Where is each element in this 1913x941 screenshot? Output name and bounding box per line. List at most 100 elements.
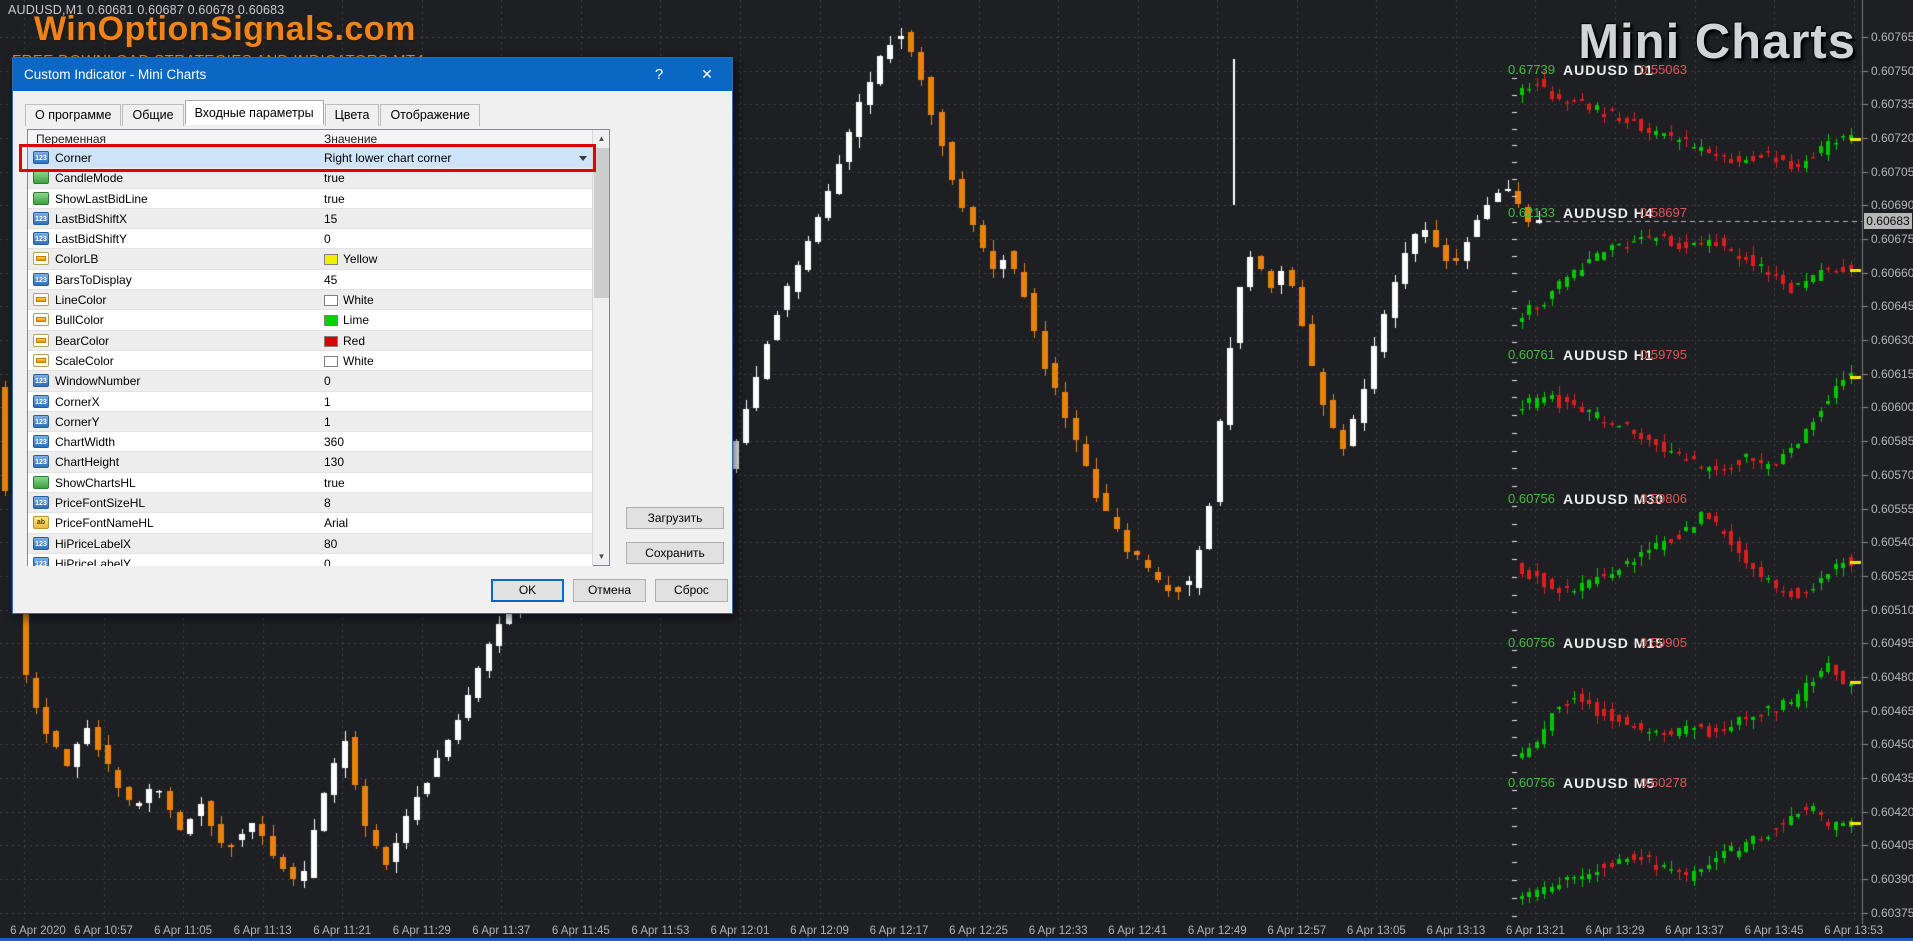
param-name: ChartHeight bbox=[55, 455, 120, 470]
time-axis[interactable]: 6 Apr 2020 6 Apr 10:57 6 Apr 11:05 6 Apr 11… bbox=[0, 924, 1913, 938]
price-axis-label: 0.60525 bbox=[1871, 568, 1913, 583]
param-name: ChartWidth bbox=[55, 435, 116, 450]
tab-о-программе[interactable]: О программе bbox=[25, 104, 122, 126]
price-axis-label: 0.60690 bbox=[1871, 198, 1913, 213]
dialog-tabs: О программе Общие Входные параметры Цвета От… bbox=[25, 100, 481, 126]
time-axis-label: 6 Apr 12:01 bbox=[710, 925, 770, 937]
time-axis-label: 6 Apr 12:33 bbox=[1028, 925, 1088, 937]
param-value[interactable]: 0 bbox=[324, 557, 575, 566]
cancel-button[interactable]: Отмена bbox=[573, 579, 646, 602]
scroll-down-icon[interactable]: ▼ bbox=[593, 548, 610, 565]
param-value[interactable]: White bbox=[324, 293, 575, 307]
price-axis-label: 0.60495 bbox=[1871, 636, 1913, 651]
price-axis-label: 0.60585 bbox=[1871, 434, 1913, 449]
dialog-titlebar[interactable]: Custom Indicator - Mini Charts ? ✕ bbox=[13, 58, 732, 91]
color-parameter-icon bbox=[33, 252, 49, 266]
time-axis-label: 6 Apr 2020 bbox=[10, 925, 66, 937]
close-icon[interactable]: ✕ bbox=[690, 58, 724, 91]
param-value[interactable]: 0 bbox=[324, 232, 575, 246]
color-parameter-icon bbox=[33, 333, 49, 347]
param-row-ScaleColor[interactable]: ScaleColor White bbox=[28, 350, 593, 372]
param-value[interactable]: 15 bbox=[324, 212, 575, 226]
scroll-up-icon[interactable]: ▲ bbox=[593, 130, 610, 147]
param-row-ShowLastBidLine[interactable]: ShowLastBidLine true bbox=[28, 188, 593, 209]
table-scrollbar[interactable]: ▲ ▼ bbox=[592, 130, 609, 565]
price-axis-label: 0.60435 bbox=[1871, 770, 1913, 785]
dialog-title: Custom Indicator - Mini Charts bbox=[24, 67, 207, 82]
mt4-chart-window: AUDUSD,M1 0.60681 0.60687 0.60678 0.6068… bbox=[0, 0, 1913, 941]
price-axis-label: 0.60675 bbox=[1871, 232, 1913, 247]
param-row-HiPriceLabelY[interactable]: 123 HiPriceLabelY 0 bbox=[28, 553, 593, 566]
param-value[interactable]: Right lower chart corner bbox=[324, 151, 575, 165]
param-value[interactable]: true bbox=[324, 171, 575, 185]
param-value[interactable]: 1 bbox=[324, 395, 575, 409]
param-value[interactable]: 45 bbox=[324, 273, 575, 287]
chevron-down-icon[interactable] bbox=[579, 156, 587, 161]
tab-цвета[interactable]: Цвета bbox=[324, 104, 380, 126]
param-row-LastBidShiftY[interactable]: 123 LastBidShiftY 0 bbox=[28, 229, 593, 250]
reset-button[interactable]: Сброс bbox=[655, 579, 728, 602]
param-row-BullColor[interactable]: BullColor Lime bbox=[28, 310, 593, 331]
param-row-CornerY[interactable]: 123 CornerY 1 bbox=[28, 411, 593, 433]
time-axis-label: 6 Apr 11:29 bbox=[392, 925, 451, 937]
param-name: ShowChartsHL bbox=[55, 475, 136, 490]
time-axis-label: 6 Apr 11:21 bbox=[313, 925, 372, 937]
param-value[interactable]: 8 bbox=[324, 496, 575, 510]
param-value[interactable]: Red bbox=[324, 334, 575, 348]
time-axis-label: 6 Apr 13:53 bbox=[1824, 925, 1884, 937]
price-axis-label: 0.60645 bbox=[1871, 299, 1913, 314]
param-value[interactable]: 360 bbox=[324, 435, 575, 449]
help-button[interactable]: ? bbox=[642, 58, 676, 91]
boolean-parameter-icon bbox=[33, 191, 49, 205]
string-parameter-icon: ab bbox=[33, 516, 49, 530]
scrollbar-thumb[interactable] bbox=[594, 148, 609, 298]
param-value[interactable]: 0 bbox=[324, 374, 575, 388]
param-row-CornerX[interactable]: 123 CornerX 1 bbox=[28, 391, 593, 412]
param-row-LineColor[interactable]: LineColor White bbox=[28, 290, 593, 311]
param-row-ChartHeight[interactable]: 123 ChartHeight 130 bbox=[28, 452, 593, 473]
param-value[interactable]: 130 bbox=[324, 455, 575, 469]
param-value[interactable]: 1 bbox=[324, 415, 575, 429]
param-row-ShowChartsHL[interactable]: ShowChartsHL true bbox=[28, 472, 593, 494]
param-row-ColorLB[interactable]: ColorLB Yellow bbox=[28, 249, 593, 270]
param-row-WindowNumber[interactable]: 123 WindowNumber 0 bbox=[28, 371, 593, 392]
param-row-PriceFontSizeHL[interactable]: 123 PriceFontSizeHL 8 bbox=[28, 493, 593, 514]
param-row-LastBidShiftX[interactable]: 123 LastBidShiftX 15 bbox=[28, 208, 593, 230]
param-value[interactable]: Lime bbox=[324, 313, 575, 327]
numeric-parameter-icon: 123 bbox=[33, 496, 49, 510]
column-header-value: Значение bbox=[324, 132, 378, 146]
tab-общие[interactable]: Общие bbox=[122, 104, 184, 126]
time-axis-label: 6 Apr 11:13 bbox=[233, 925, 292, 937]
save-button[interactable]: Сохранить bbox=[626, 542, 724, 564]
tab-отображение[interactable]: Отображение bbox=[380, 104, 480, 126]
ok-button[interactable]: OK bbox=[491, 579, 564, 602]
param-row-HiPriceLabelX[interactable]: 123 HiPriceLabelX 80 bbox=[28, 533, 593, 554]
color-swatch bbox=[324, 315, 338, 327]
param-value[interactable]: true bbox=[324, 192, 575, 206]
price-axis-label: 0.60465 bbox=[1871, 703, 1913, 718]
param-row-Corner[interactable]: 123 Corner Right lower chart corner bbox=[28, 148, 593, 169]
param-row-PriceFontNameHL[interactable]: ab PriceFontNameHL Arial bbox=[28, 513, 593, 534]
param-row-CandleMode[interactable]: CandleMode true bbox=[28, 168, 593, 189]
time-axis-label: 6 Apr 12:49 bbox=[1187, 925, 1247, 937]
load-button[interactable]: Загрузить bbox=[626, 507, 724, 529]
param-value[interactable]: true bbox=[324, 476, 575, 490]
price-axis-label: 0.60480 bbox=[1871, 669, 1913, 684]
mini-chart-mini-h4-high-price: 0.62133 bbox=[1508, 205, 1555, 220]
time-axis-label: 6 Apr 12:09 bbox=[790, 925, 849, 937]
time-axis-label: 6 Apr 12:57 bbox=[1267, 925, 1327, 937]
color-swatch bbox=[324, 295, 338, 307]
numeric-parameter-icon: 123 bbox=[33, 414, 49, 428]
param-row-ChartWidth[interactable]: 123 ChartWidth 360 bbox=[28, 432, 593, 453]
param-value[interactable]: 80 bbox=[324, 537, 575, 551]
param-value[interactable]: White bbox=[324, 354, 575, 368]
param-name: HiPriceLabelY bbox=[55, 556, 132, 566]
param-value[interactable]: Yellow bbox=[324, 252, 575, 266]
param-row-BearColor[interactable]: BearColor Red bbox=[28, 330, 593, 351]
price-axis-label: 0.60615 bbox=[1871, 366, 1913, 381]
param-value[interactable]: Arial bbox=[324, 516, 575, 530]
price-axis[interactable]: 0.60683 0.60765 0.60750 0.60735 0.60720 0.60… bbox=[1862, 0, 1913, 924]
param-row-BarsToDisplay[interactable]: 123 BarsToDisplay 45 bbox=[28, 269, 593, 291]
tab-входные-параметры[interactable]: Входные параметры bbox=[184, 100, 324, 125]
numeric-parameter-icon: 123 bbox=[33, 435, 49, 449]
